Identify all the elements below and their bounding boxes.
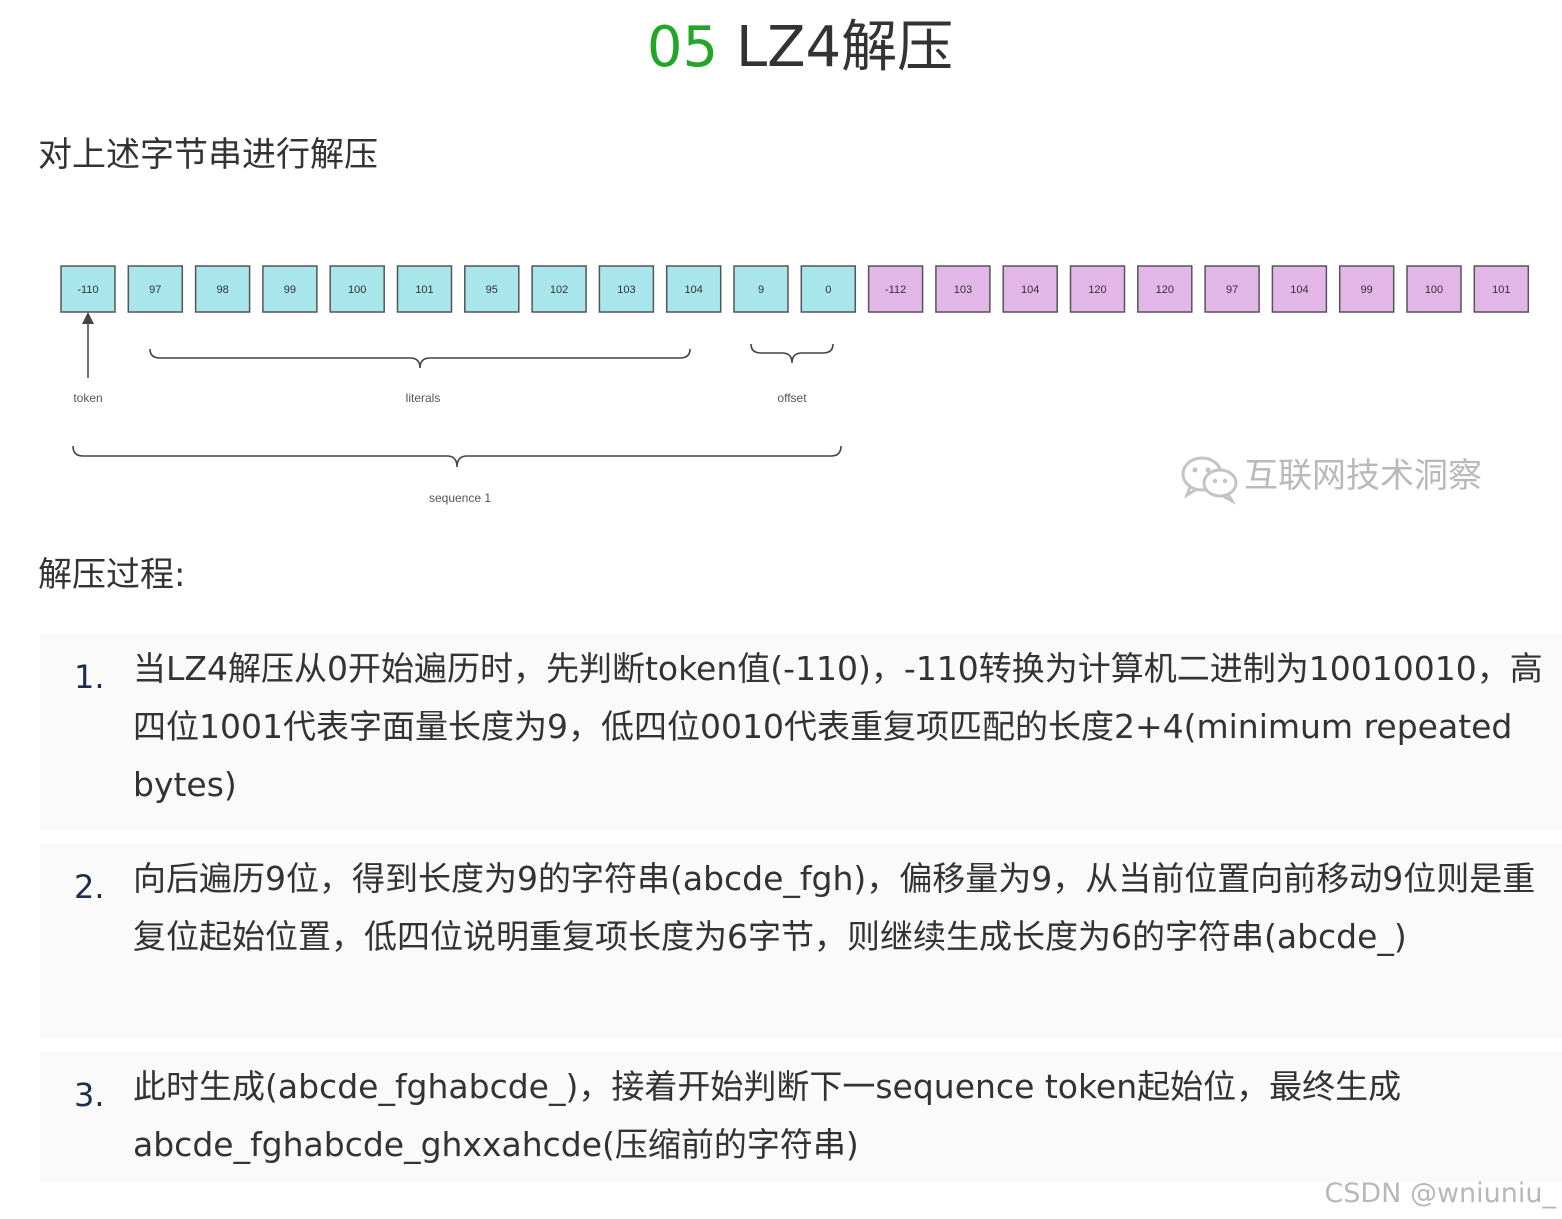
byte-cell-value: 99 [284, 284, 296, 296]
watermark: 互联网技术洞察 [1178, 450, 1518, 506]
offset-brace [750, 343, 834, 364]
list-marker: 1. [74, 658, 105, 696]
trailing-byte-cell: 99 [1338, 265, 1395, 313]
trailing-byte-cell: 120 [1069, 265, 1126, 313]
sequence-byte-cell: 102 [531, 265, 587, 313]
byte-cell-value: 97 [149, 284, 161, 296]
trailing-byte-cell: 101 [1473, 265, 1530, 313]
section-number: 05 [646, 15, 719, 80]
sequence-byte-cell: 104 [665, 265, 722, 313]
list-item-text: 向后遍历9位，得到长度为9的字符串(abcde_fgh)，偏移量为9，从当前位置… [133, 859, 1536, 956]
sequence-byte-cell: 98 [194, 265, 251, 313]
sequence-byte-cell: 103 [598, 265, 655, 313]
byte-cell-value: 100 [348, 284, 366, 296]
byte-cell-value: -110 [77, 284, 98, 296]
trailing-byte-cell: -112 [867, 265, 924, 313]
intro-paragraph: 对上述字节串进行解压 [38, 135, 378, 175]
trailing-byte-cell: 103 [935, 265, 991, 313]
trailing-byte-cell: 100 [1406, 265, 1462, 313]
byte-cell-value: 0 [825, 284, 831, 296]
sequence-byte-cell: 0 [800, 265, 857, 313]
byte-cell-value: 9 [758, 284, 764, 296]
offset-label: offset [777, 391, 807, 405]
process-heading: 解压过程: [38, 555, 186, 595]
sequence-byte-cell: 100 [329, 265, 385, 313]
byte-cell-value: 120 [1088, 284, 1106, 296]
literals-brace [149, 348, 691, 369]
list-marker: 2. [74, 868, 105, 906]
trailing-byte-cell: 104 [1271, 265, 1328, 313]
byte-cell-value: 104 [1021, 284, 1039, 296]
list-item: 3. 此时生成(abcde_fghabcde_)，接着开始判断下一sequenc… [40, 1052, 1562, 1182]
trailing-byte-cell: 97 [1204, 265, 1260, 313]
byte-cell-value: 103 [617, 284, 635, 296]
byte-cell-value: 101 [1492, 284, 1510, 296]
byte-cell-value: 102 [550, 284, 568, 296]
sequence-byte-cell: 9 [733, 265, 789, 313]
sequence-byte-cell: 95 [464, 265, 520, 313]
list-item: 2. 向后遍历9位，得到长度为9的字符串(abcde_fgh)，偏移量为9，从当… [40, 844, 1562, 1038]
literals-label: literals [406, 391, 441, 405]
list-item: 1. 当LZ4解压从0开始遍历时，先判断token值(-110)，-110转换为… [40, 634, 1562, 830]
byte-cell-value: 99 [1361, 284, 1373, 296]
sequence-byte-cell: 97 [127, 265, 184, 313]
byte-cell-value: 95 [486, 284, 498, 296]
byte-cell-value: -112 [885, 284, 906, 296]
byte-cell-value: 98 [216, 284, 228, 296]
section-heading: 05 LZ4解压 [0, 14, 1562, 82]
byte-cell-value: 120 [1156, 284, 1174, 296]
sequence-byte-cell: 101 [396, 265, 453, 313]
byte-cell-value: 104 [1290, 284, 1308, 296]
sequence-label: sequence 1 [429, 491, 491, 505]
trailing-byte-cell: 120 [1137, 265, 1193, 313]
csdn-credit: CSDN @wniuniu_ [1324, 1178, 1556, 1209]
steps-list: 1. 当LZ4解压从0开始遍历时，先判断token值(-110)，-110转换为… [40, 634, 1562, 1182]
section-title: LZ4解压 [735, 15, 954, 80]
sequence-byte-cell: -110 [60, 265, 116, 313]
sequence-byte-cell: 99 [262, 265, 318, 313]
byte-cell-value: 103 [954, 284, 972, 296]
byte-cell-value: 97 [1226, 284, 1238, 296]
byte-cell-value: 104 [685, 284, 703, 296]
sequence-brace [72, 445, 842, 468]
trailing-byte-cell: 104 [1002, 265, 1058, 313]
list-item-text: 当LZ4解压从0开始遍历时，先判断token值(-110)，-110转换为计算机… [133, 649, 1543, 804]
list-marker: 3. [74, 1076, 105, 1114]
byte-cell-value: 100 [1425, 284, 1443, 296]
wechat-icon [1181, 456, 1238, 505]
byte-cells: -110 97 98 99 100 101 95 102 103 104 9 0 -112 103 104 1… [60, 265, 1530, 313]
token-arrow [82, 312, 94, 378]
watermark-text: 互联网技术洞察 [1244, 456, 1482, 496]
byte-cell-value: 101 [415, 284, 433, 296]
token-label: token [73, 391, 102, 405]
list-item-text: 此时生成(abcde_fghabcde_)，接着开始判断下一sequence t… [133, 1067, 1402, 1164]
